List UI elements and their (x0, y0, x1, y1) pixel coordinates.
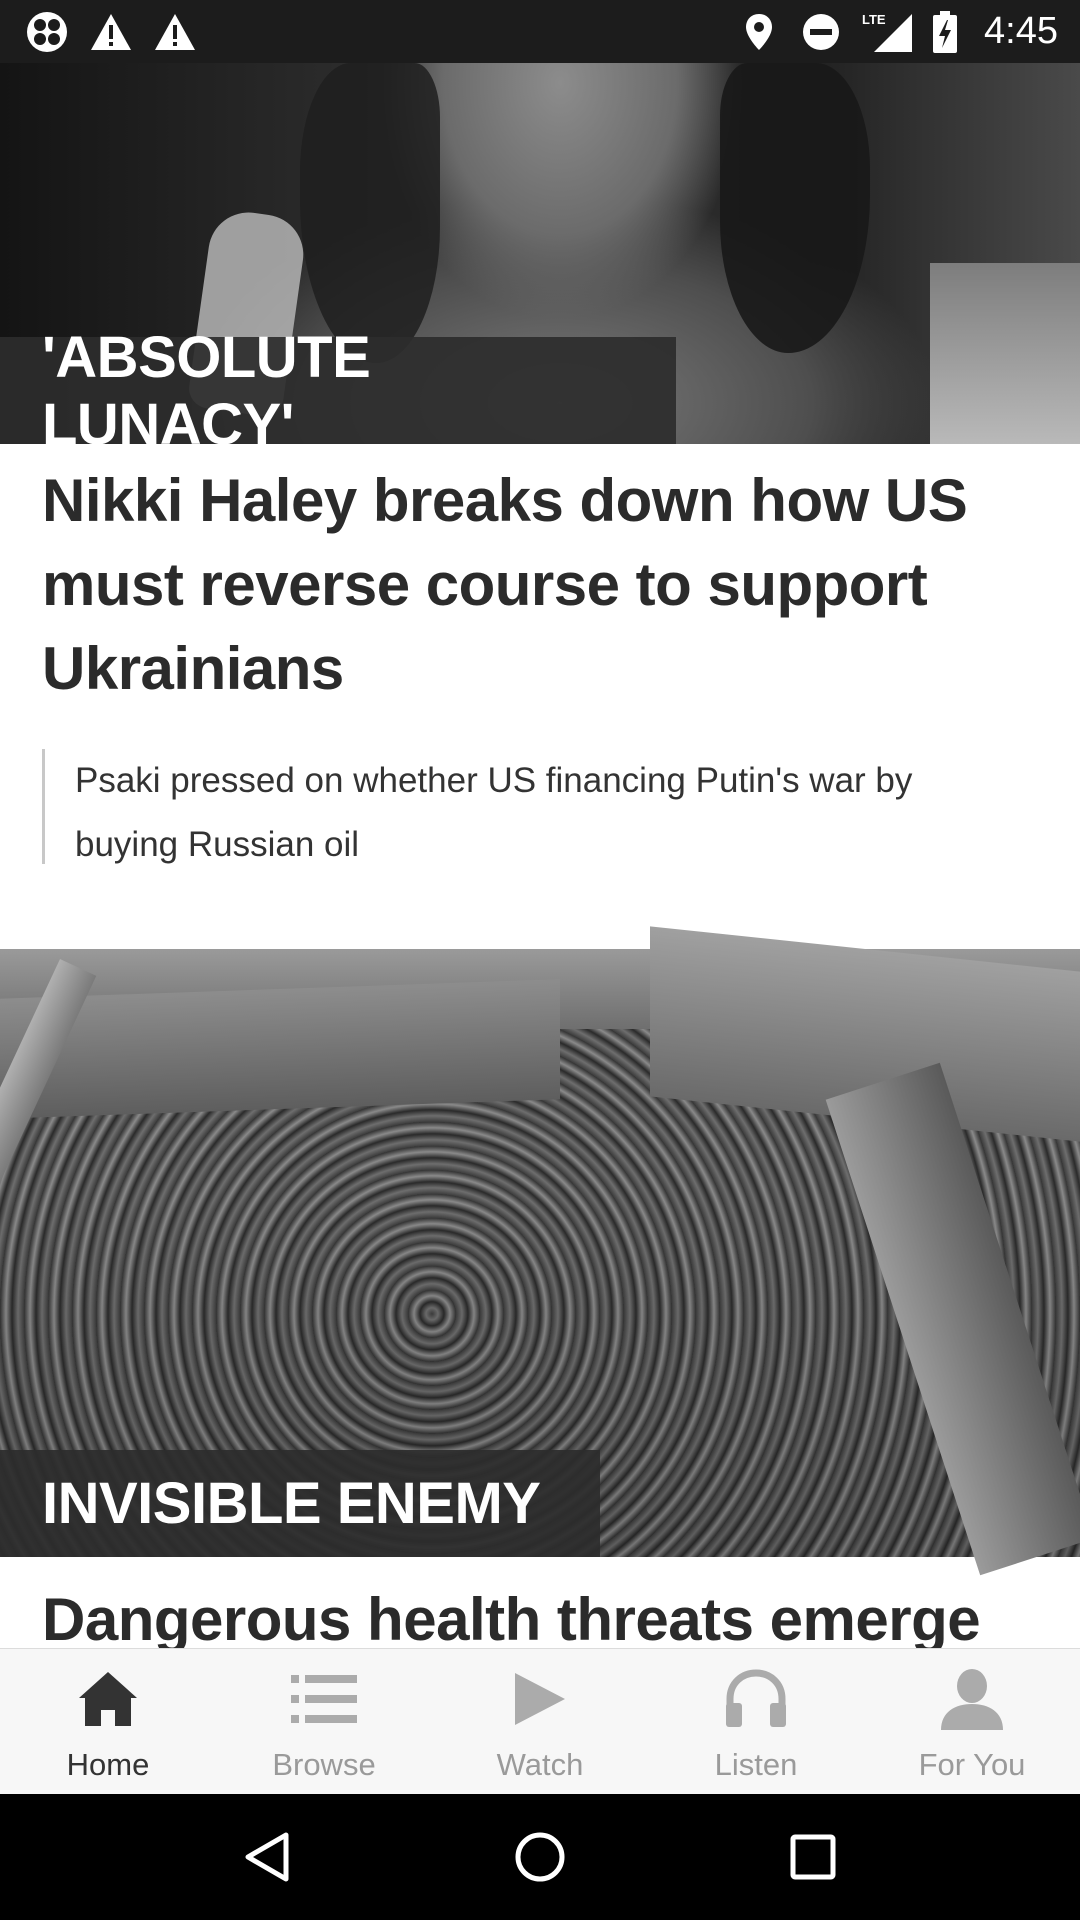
story-kicker[interactable]: INVISIBLE ENEMY (0, 1450, 600, 1557)
system-navigation-bar (0, 1794, 1080, 1920)
status-right: LTE 4:45 (736, 9, 1058, 55)
home-circle-icon[interactable] (500, 1817, 580, 1897)
news-feed[interactable]: 'ABSOLUTE LUNACY' Nikki Haley breaks dow… (0, 63, 1080, 1648)
screen: LTE 4:45 'ABSOLUTE LUNACY' Nikki Haley b… (0, 0, 1080, 1920)
back-icon[interactable] (227, 1817, 307, 1897)
story-kicker[interactable]: 'ABSOLUTE LUNACY' (0, 325, 676, 457)
nav-label: For You (918, 1747, 1026, 1782)
app-notification-icon (24, 9, 70, 55)
play-icon (504, 1663, 576, 1735)
status-bar: LTE 4:45 (0, 0, 1080, 63)
nav-home[interactable]: Home (0, 1649, 216, 1794)
warning-icon (88, 9, 134, 55)
lte-signal-icon: LTE (860, 9, 914, 55)
person-icon (936, 1663, 1008, 1735)
nav-for-you[interactable]: For You (864, 1649, 1080, 1794)
nav-label: Listen (714, 1747, 798, 1782)
story-headline[interactable]: Nikki Haley breaks down how US must reve… (42, 459, 1042, 711)
location-icon (736, 9, 782, 55)
headphones-icon (720, 1663, 792, 1735)
warning-icon (152, 9, 198, 55)
nav-watch[interactable]: Watch (432, 1649, 648, 1794)
list-icon (288, 1663, 360, 1735)
nav-label: Home (66, 1747, 150, 1782)
nav-listen[interactable]: Listen (648, 1649, 864, 1794)
home-icon (72, 1663, 144, 1735)
status-left (24, 9, 198, 55)
svg-text:LTE: LTE (862, 12, 886, 27)
story-headline[interactable]: Dangerous health threats emerge (42, 1578, 1042, 1648)
battery-charging-icon (930, 9, 960, 55)
bottom-navigation: Home Browse Watch Listen For You (0, 1648, 1080, 1794)
nav-label: Browse (272, 1747, 376, 1782)
nav-browse[interactable]: Browse (216, 1649, 432, 1794)
related-story-link[interactable]: Psaki pressed on whether US financing Pu… (42, 749, 1002, 864)
recents-icon[interactable] (773, 1817, 853, 1897)
do-not-disturb-icon (798, 9, 844, 55)
status-time: 4:45 (984, 10, 1058, 52)
nav-label: Watch (496, 1747, 584, 1782)
